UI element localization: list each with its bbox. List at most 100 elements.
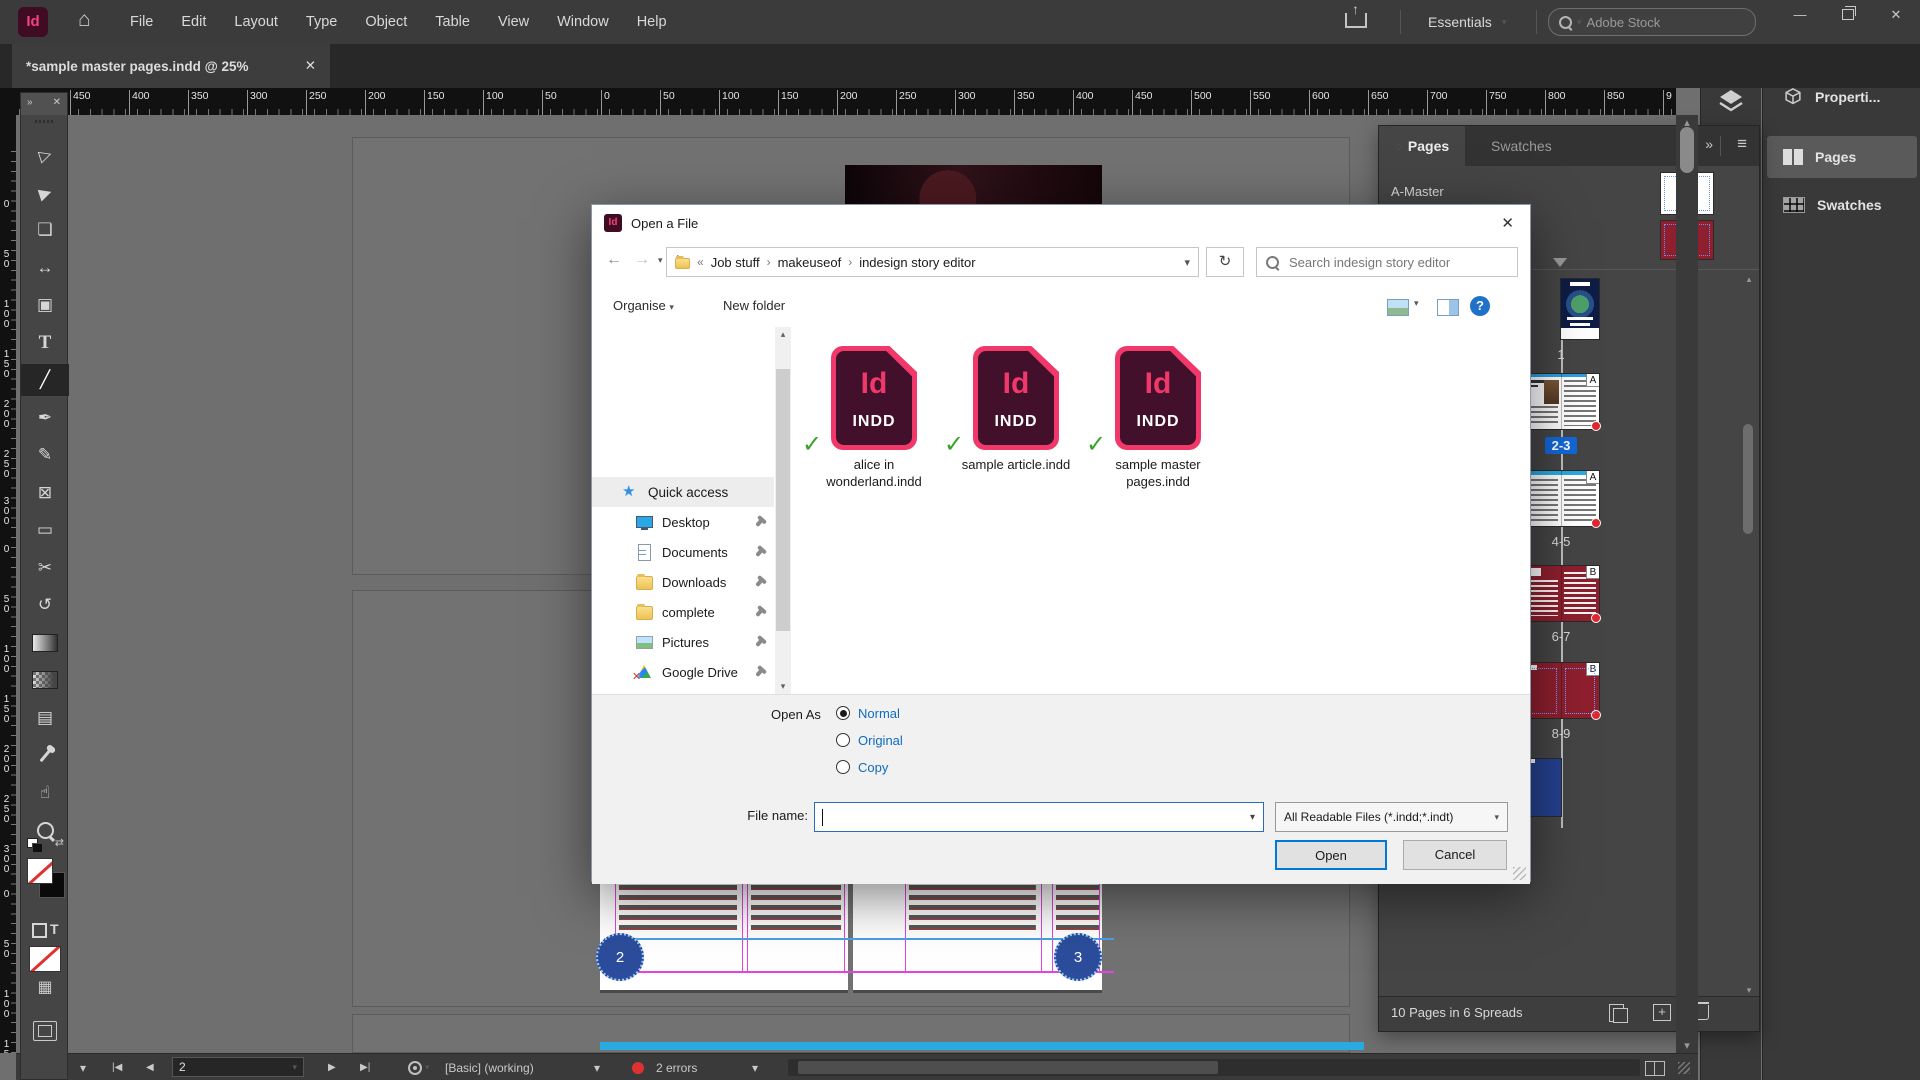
scrollbar-thumb[interactable]	[798, 1061, 1218, 1074]
page-thumbnail-4-5[interactable]: A	[1523, 471, 1599, 526]
open-button[interactable]: Open	[1275, 840, 1387, 870]
menu-window[interactable]: Window	[557, 14, 609, 30]
formatting-container-icon[interactable]	[32, 923, 47, 938]
first-page-button[interactable]: |◀	[112, 1054, 122, 1080]
error-count[interactable]: 2 errors	[656, 1054, 697, 1080]
direct-selection-tool[interactable]: ▶	[21, 177, 69, 209]
formatting-text-icon[interactable]: T	[50, 921, 59, 937]
breadcrumb[interactable]: « Job stuff›makeuseof›indesign story edi…	[666, 247, 1199, 277]
menu-view[interactable]: View	[498, 14, 529, 30]
sidebar-scrollbar[interactable]: ▴ ▾	[775, 327, 791, 694]
page-label-2-3[interactable]: 2-3	[1523, 437, 1599, 454]
breadcrumb-dropdown-icon[interactable]: ▾	[1184, 256, 1190, 269]
chevron-down-icon[interactable]: ▾	[594, 1054, 600, 1080]
sidebar-item-quick-access[interactable]: ★Quick access	[592, 477, 774, 507]
file-item[interactable]: IdINDD✓sample article.indd	[956, 346, 1076, 473]
view-options-icon[interactable]: ▦	[21, 977, 69, 997]
dialog-close-icon[interactable]: ✕	[1501, 214, 1514, 232]
dialog-resize-grip[interactable]	[1513, 867, 1526, 880]
menu-layout[interactable]: Layout	[234, 14, 278, 30]
page-thumbnail-6-7[interactable]: B	[1523, 566, 1599, 621]
organise-menu[interactable]: Organise ▾	[613, 298, 674, 313]
panel-close-icon[interactable]: ✕	[53, 97, 61, 108]
breadcrumb-root[interactable]: «	[697, 255, 704, 269]
fill-stroke-mini-icon[interactable]	[27, 838, 38, 848]
minimize-button[interactable]: —	[1776, 0, 1824, 32]
share-icon[interactable]	[1345, 13, 1367, 28]
adobe-stock-search[interactable]: ▾ Adobe Stock	[1548, 8, 1756, 36]
radio-button[interactable]	[836, 706, 850, 720]
canvas-horizontal-scrollbar[interactable]	[788, 1059, 1640, 1076]
menu-type[interactable]: Type	[306, 14, 337, 30]
master-page-label[interactable]: A-Master	[1391, 184, 1444, 199]
menu-edit[interactable]: Edit	[181, 14, 206, 30]
tab-close-icon[interactable]: ✕	[305, 58, 316, 74]
cancel-button[interactable]: Cancel	[1403, 840, 1507, 870]
breadcrumb-segment[interactable]: Job stuff	[711, 255, 760, 270]
resize-grip[interactable]	[1678, 1062, 1690, 1074]
page-label-8-9[interactable]: 8-9	[1523, 726, 1599, 741]
radio-button[interactable]	[836, 760, 850, 774]
file-item[interactable]: IdINDD✓sample master pages.indd	[1098, 346, 1218, 490]
sidebar-item-downloads[interactable]: Downloads	[592, 567, 774, 597]
add-page-icon[interactable]: +	[1653, 1004, 1671, 1021]
vertical-ruler[interactable]: 05 01 0 01 5 02 0 02 5 03 0 005 01 0 01 …	[0, 115, 16, 1053]
fill-swatch[interactable]	[27, 858, 53, 884]
last-page-button[interactable]: ▶|	[360, 1054, 370, 1080]
gap-tool[interactable]: ↔	[21, 252, 69, 284]
content-collector-tool[interactable]: ▣	[21, 289, 69, 321]
page-thumbnail-8-9[interactable]: B	[1523, 663, 1599, 718]
scroll-down-icon[interactable]: ▾	[1741, 985, 1757, 996]
sidebar-item-complete[interactable]: complete	[592, 597, 774, 627]
refresh-button[interactable]: ↻	[1206, 247, 1244, 277]
gradient-feather-tool[interactable]	[21, 664, 69, 696]
dialog-search-input[interactable]	[1287, 254, 1491, 271]
selection-tool[interactable]: ▷	[21, 139, 69, 171]
open-as-option-original[interactable]: Original	[836, 730, 903, 750]
scroll-down-icon[interactable]: ▾	[775, 681, 791, 692]
sidebar-item-documents[interactable]: Documents	[592, 537, 774, 567]
open-as-option-normal[interactable]: Normal	[836, 703, 900, 723]
file-name-combo[interactable]: ▾	[814, 802, 1264, 832]
view-mode-dropdown-icon[interactable]: ▾	[1414, 298, 1419, 309]
scroll-down-icon[interactable]: ▾	[1676, 1039, 1698, 1052]
preflight-profile[interactable]: [Basic] (working)	[445, 1054, 534, 1080]
breadcrumb-segment[interactable]: makeuseof	[778, 255, 842, 270]
panel-expand-icon[interactable]: »	[27, 97, 33, 108]
page-thumbnail-1[interactable]	[1561, 279, 1599, 339]
status-chevron-icon[interactable]: ▾	[80, 1054, 86, 1080]
menu-file[interactable]: File	[130, 14, 153, 30]
tab-pages[interactable]: ◇ Pages	[1379, 126, 1465, 166]
spread-view-icon[interactable]	[1645, 1061, 1665, 1076]
file-type-select[interactable]: All Readable Files (*.indd;*.indt) ▾	[1275, 802, 1508, 832]
page-tool[interactable]: ❏	[21, 214, 69, 246]
horizontal-ruler[interactable]: 4504003503002502001501005005010015020025…	[16, 88, 1676, 115]
dock-button-swatches[interactable]: Swatches	[1767, 184, 1917, 226]
breadcrumb-segment[interactable]: indesign story editor	[859, 255, 975, 270]
line-tool[interactable]: ╱	[21, 364, 69, 396]
back-icon[interactable]: ←	[606, 251, 622, 269]
dialog-title-bar[interactable]: Id Open a File ✕	[592, 205, 1530, 241]
restore-button[interactable]	[1824, 0, 1872, 32]
document-tab[interactable]: *sample master pages.indd @ 25% ✕	[12, 44, 330, 88]
menu-help[interactable]: Help	[637, 14, 667, 30]
pages-panel-scrollbar[interactable]: ▴ ▾	[1741, 274, 1755, 996]
panel-menu-icon[interactable]: ≡	[1737, 134, 1747, 154]
workspace-switcher[interactable]: Essentials ▾	[1428, 0, 1506, 44]
menu-table[interactable]: Table	[435, 14, 470, 30]
chevron-down-icon[interactable]: ▾	[752, 1054, 758, 1080]
previous-page-button[interactable]: ◀	[146, 1054, 154, 1080]
indesign-logo[interactable]: Id	[18, 7, 48, 37]
scroll-up-icon[interactable]: ▴	[1741, 274, 1757, 285]
frame-tool[interactable]: ⊠	[21, 477, 69, 509]
file-name-input[interactable]	[821, 806, 1235, 830]
page-thumbnail-2-3[interactable]: A	[1523, 374, 1599, 429]
close-button[interactable]: ✕	[1872, 0, 1920, 32]
hand-tool[interactable]: ☝	[21, 777, 69, 809]
scissors-tool[interactable]: ✂	[21, 552, 69, 584]
fill-stroke-controls[interactable]: ⇄	[21, 836, 69, 918]
pencil-tool[interactable]: ✎	[21, 439, 69, 471]
panel-expand-icon[interactable]: »	[1705, 136, 1713, 152]
eyedropper-tool[interactable]	[21, 739, 69, 771]
help-icon[interactable]: ?	[1470, 296, 1490, 316]
